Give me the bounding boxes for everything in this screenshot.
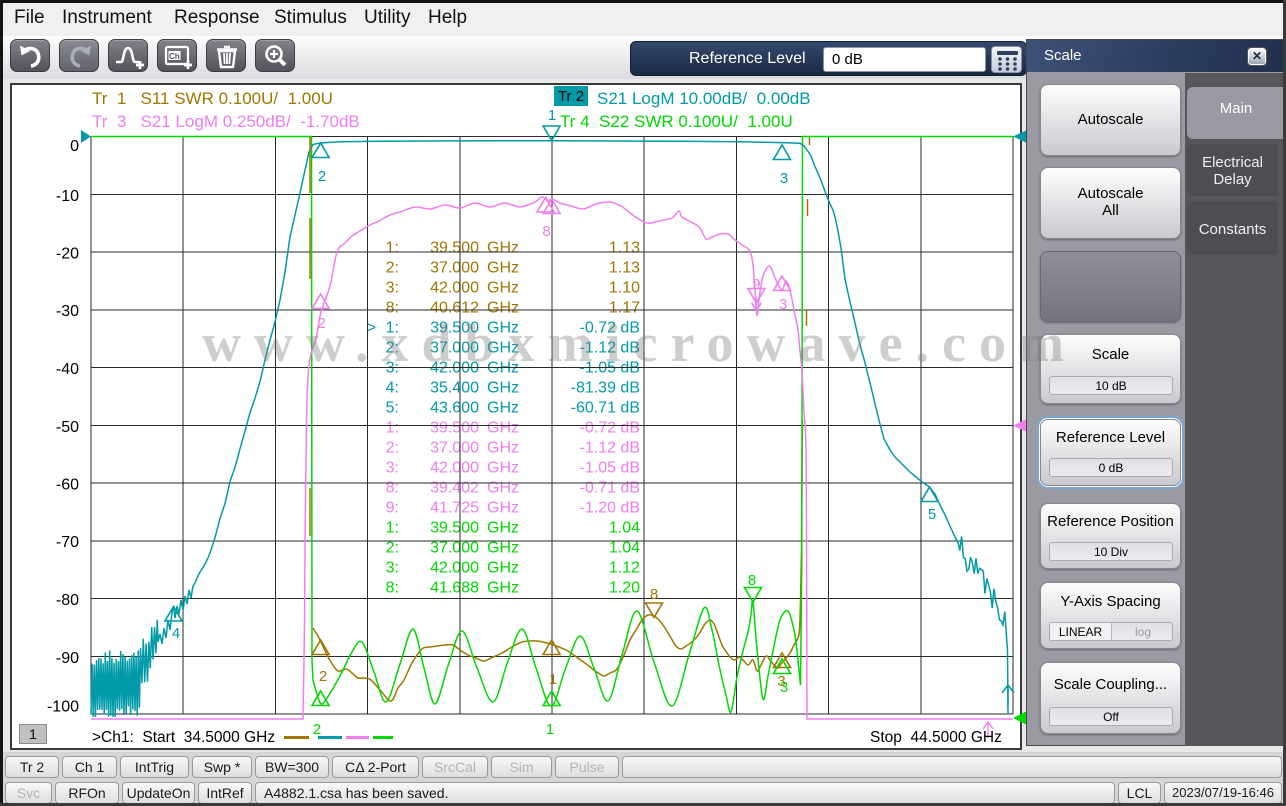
svg-text:35.400: 35.400 xyxy=(430,380,479,397)
svg-text:-0.72 dB: -0.72 dB xyxy=(580,420,640,437)
svg-text:5:: 5: xyxy=(386,400,399,417)
svg-text:4: 4 xyxy=(172,625,180,642)
svg-text:-100: -100 xyxy=(47,699,79,716)
svg-text:-60: -60 xyxy=(56,477,79,494)
svg-text:8:: 8: xyxy=(386,480,399,497)
svg-text:1.10: 1.10 xyxy=(609,280,640,297)
svg-text:2: 2 xyxy=(318,168,326,185)
svg-text:2:: 2: xyxy=(386,540,399,557)
svg-text:-30: -30 xyxy=(56,303,79,320)
svg-text:42.000: 42.000 xyxy=(430,460,479,477)
svg-text:GHz: GHz xyxy=(487,560,519,577)
svg-text:9: 9 xyxy=(752,276,760,293)
svg-text:GHz: GHz xyxy=(487,480,519,497)
svg-text:GHz: GHz xyxy=(487,420,519,437)
svg-text:1.04: 1.04 xyxy=(609,520,640,537)
svg-text:1.20: 1.20 xyxy=(609,580,640,597)
svg-text:-60.71 dB: -60.71 dB xyxy=(571,400,640,417)
svg-text:8: 8 xyxy=(650,586,658,603)
svg-text:5: 5 xyxy=(928,506,936,523)
svg-text:1:: 1: xyxy=(386,240,399,257)
svg-text:39.402: 39.402 xyxy=(430,480,479,497)
svg-text:GHz: GHz xyxy=(487,400,519,417)
svg-text:3: 3 xyxy=(779,296,787,313)
svg-text:8: 8 xyxy=(542,223,550,240)
svg-text:GHz: GHz xyxy=(487,280,519,297)
svg-text:37.000: 37.000 xyxy=(430,260,479,277)
svg-text:-70: -70 xyxy=(56,534,79,551)
svg-text:-1.20 dB: -1.20 dB xyxy=(580,500,640,517)
svg-text:0: 0 xyxy=(70,138,79,155)
svg-text:39.500: 39.500 xyxy=(430,520,479,537)
svg-text:1: 1 xyxy=(546,721,554,738)
svg-text:-90: -90 xyxy=(56,650,79,667)
svg-text:GHz: GHz xyxy=(487,380,519,397)
svg-text:GHz: GHz xyxy=(487,540,519,557)
svg-text:1: 1 xyxy=(548,107,556,124)
svg-text:GHz: GHz xyxy=(487,580,519,597)
svg-text:GHz: GHz xyxy=(487,500,519,517)
svg-text:3:: 3: xyxy=(386,280,399,297)
svg-text:-1.05 dB: -1.05 dB xyxy=(580,460,640,477)
svg-text:42.000: 42.000 xyxy=(430,280,479,297)
svg-text:39.500: 39.500 xyxy=(430,420,479,437)
svg-text:-40: -40 xyxy=(56,361,79,378)
svg-text:9:: 9: xyxy=(386,500,399,517)
svg-text:3:: 3: xyxy=(386,460,399,477)
svg-text:2: 2 xyxy=(319,668,327,685)
svg-text:-0.71 dB: -0.71 dB xyxy=(580,480,640,497)
svg-text:2:: 2: xyxy=(386,260,399,277)
svg-text:2:: 2: xyxy=(386,440,399,457)
svg-text:Ch: Ch xyxy=(169,52,180,61)
svg-text:-80: -80 xyxy=(56,592,79,609)
svg-text:1.13: 1.13 xyxy=(609,240,640,257)
svg-text:-81.39 dB: -81.39 dB xyxy=(571,380,640,397)
svg-text:-10: -10 xyxy=(56,188,79,205)
svg-text:-50: -50 xyxy=(56,419,79,436)
svg-text:GHz: GHz xyxy=(487,520,519,537)
svg-text:43.600: 43.600 xyxy=(430,400,479,417)
svg-text:GHz: GHz xyxy=(487,440,519,457)
svg-text:GHz: GHz xyxy=(487,460,519,477)
svg-text:39.500: 39.500 xyxy=(430,240,479,257)
svg-text:1.12: 1.12 xyxy=(609,560,640,577)
svg-text:4:: 4: xyxy=(386,380,399,397)
svg-text:8:: 8: xyxy=(386,580,399,597)
svg-text:41.688: 41.688 xyxy=(430,580,479,597)
svg-text:42.000: 42.000 xyxy=(430,560,479,577)
svg-text:1:: 1: xyxy=(386,420,399,437)
svg-text:3: 3 xyxy=(780,170,788,187)
svg-text:1:: 1: xyxy=(386,520,399,537)
svg-text:3:: 3: xyxy=(386,560,399,577)
svg-text:1.13: 1.13 xyxy=(609,260,640,277)
svg-text:37.000: 37.000 xyxy=(430,540,479,557)
svg-text:41.725: 41.725 xyxy=(430,500,479,517)
svg-text:3: 3 xyxy=(780,679,788,696)
svg-text:1: 1 xyxy=(549,671,557,688)
svg-text:37.000: 37.000 xyxy=(430,440,479,457)
svg-text:GHz: GHz xyxy=(487,240,519,257)
svg-text:-20: -20 xyxy=(56,246,79,263)
svg-text:GHz: GHz xyxy=(487,260,519,277)
svg-text:1.04: 1.04 xyxy=(609,540,640,557)
svg-text:-1.12 dB: -1.12 dB xyxy=(580,440,640,457)
svg-text:8: 8 xyxy=(748,572,756,589)
